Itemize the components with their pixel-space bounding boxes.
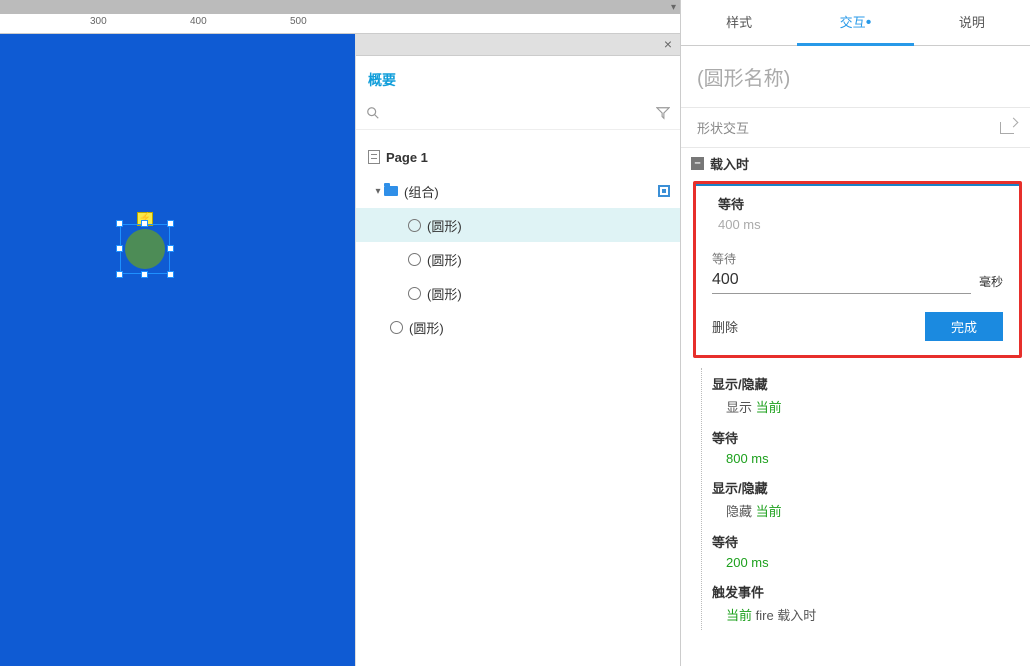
resize-handle[interactable] — [141, 271, 148, 278]
wait-value-input[interactable] — [712, 267, 971, 294]
tab-style[interactable]: 样式 — [681, 0, 797, 45]
field-label: 等待 — [696, 242, 1019, 267]
action-list: 显示/隐藏 显示 当前 等待 800 ms 显示/隐藏 隐藏 当前 等待 200… — [701, 368, 1024, 630]
canvas-page[interactable]: ⚡ — [0, 34, 355, 666]
resize-handle[interactable] — [116, 271, 123, 278]
action-title: 等待 — [696, 186, 1019, 215]
action-item[interactable]: 等待 800 ms — [704, 422, 1024, 472]
create-link-icon[interactable] — [1000, 122, 1014, 134]
selected-circle-shape[interactable]: ⚡ — [120, 224, 170, 274]
ruler-horizontal: 300 400 500 — [0, 14, 680, 34]
circle-icon — [408, 219, 421, 232]
filter-icon[interactable] — [656, 106, 670, 123]
top-toolbar: ▾ — [0, 0, 680, 14]
circle-icon — [390, 321, 403, 334]
circle-icon — [408, 287, 421, 300]
resize-handle[interactable] — [116, 220, 123, 227]
resize-handle[interactable] — [116, 245, 123, 252]
tree-row-circle[interactable]: (圆形) — [356, 208, 680, 242]
tree-row-circle[interactable]: (圆形) — [356, 242, 680, 276]
action-summary: 400 ms — [696, 215, 1019, 242]
inspector-tabs: 样式 交互• 说明 — [681, 0, 1030, 46]
interactions-section-header: 形状交互 — [681, 107, 1030, 148]
resize-handle[interactable] — [167, 245, 174, 252]
outline-titlebar[interactable]: × — [356, 34, 680, 56]
canvas-area[interactable]: ▾ 300 400 500 ⚡ × — [0, 0, 680, 666]
delete-action-link[interactable]: 删除 — [712, 317, 738, 336]
action-item[interactable]: 显示/隐藏 显示 当前 — [704, 368, 1024, 422]
tab-interactions[interactable]: 交互• — [797, 0, 913, 46]
tree-row-group[interactable]: ▾ (组合) — [356, 174, 680, 208]
tree-row-page[interactable]: Page 1 — [356, 140, 680, 174]
outline-search-row — [356, 100, 680, 130]
page-icon — [368, 150, 380, 164]
done-button[interactable]: 完成 — [925, 312, 1003, 341]
section-title: 形状交互 — [697, 118, 749, 137]
outline-heading: 概要 — [356, 56, 680, 100]
close-icon[interactable]: × — [664, 36, 672, 52]
circle-icon — [408, 253, 421, 266]
tab-notes[interactable]: 说明 — [914, 0, 1030, 45]
action-item[interactable]: 等待 200 ms — [704, 526, 1024, 576]
outline-tree: Page 1 ▾ (组合) (圆形) (圆形) — [356, 130, 680, 344]
resize-handle[interactable] — [141, 220, 148, 227]
action-item[interactable]: 显示/隐藏 隐藏 当前 — [704, 472, 1024, 526]
tree-row-circle[interactable]: (圆形) — [356, 310, 680, 344]
folder-icon — [384, 186, 398, 196]
resize-handle[interactable] — [167, 271, 174, 278]
target-icon[interactable] — [658, 185, 670, 197]
edit-action-highlight: 等待 400 ms 等待 毫秒 删除 完成 — [693, 181, 1022, 358]
inspector-panel: 样式 交互• 说明 (圆形名称) 形状交互 – 载入时 等待 400 ms 等待 — [680, 0, 1030, 666]
disclosure-triangle-icon[interactable]: ▾ — [372, 186, 384, 197]
widget-name-input[interactable]: (圆形名称) — [681, 46, 1030, 107]
resize-handle[interactable] — [167, 220, 174, 227]
tree-row-circle[interactable]: (圆形) — [356, 276, 680, 310]
unit-label: 毫秒 — [979, 273, 1003, 294]
outline-panel: × 概要 Page 1 ▾ — [355, 34, 680, 666]
toolbar-dropdown-icon[interactable]: ▾ — [671, 2, 676, 13]
search-icon[interactable] — [366, 106, 380, 123]
action-item[interactable]: 触发事件 当前 fire 载入时 — [704, 576, 1024, 630]
event-header[interactable]: – 载入时 — [691, 148, 1024, 179]
event-name: 载入时 — [710, 154, 749, 173]
collapse-icon[interactable]: – — [691, 157, 704, 170]
